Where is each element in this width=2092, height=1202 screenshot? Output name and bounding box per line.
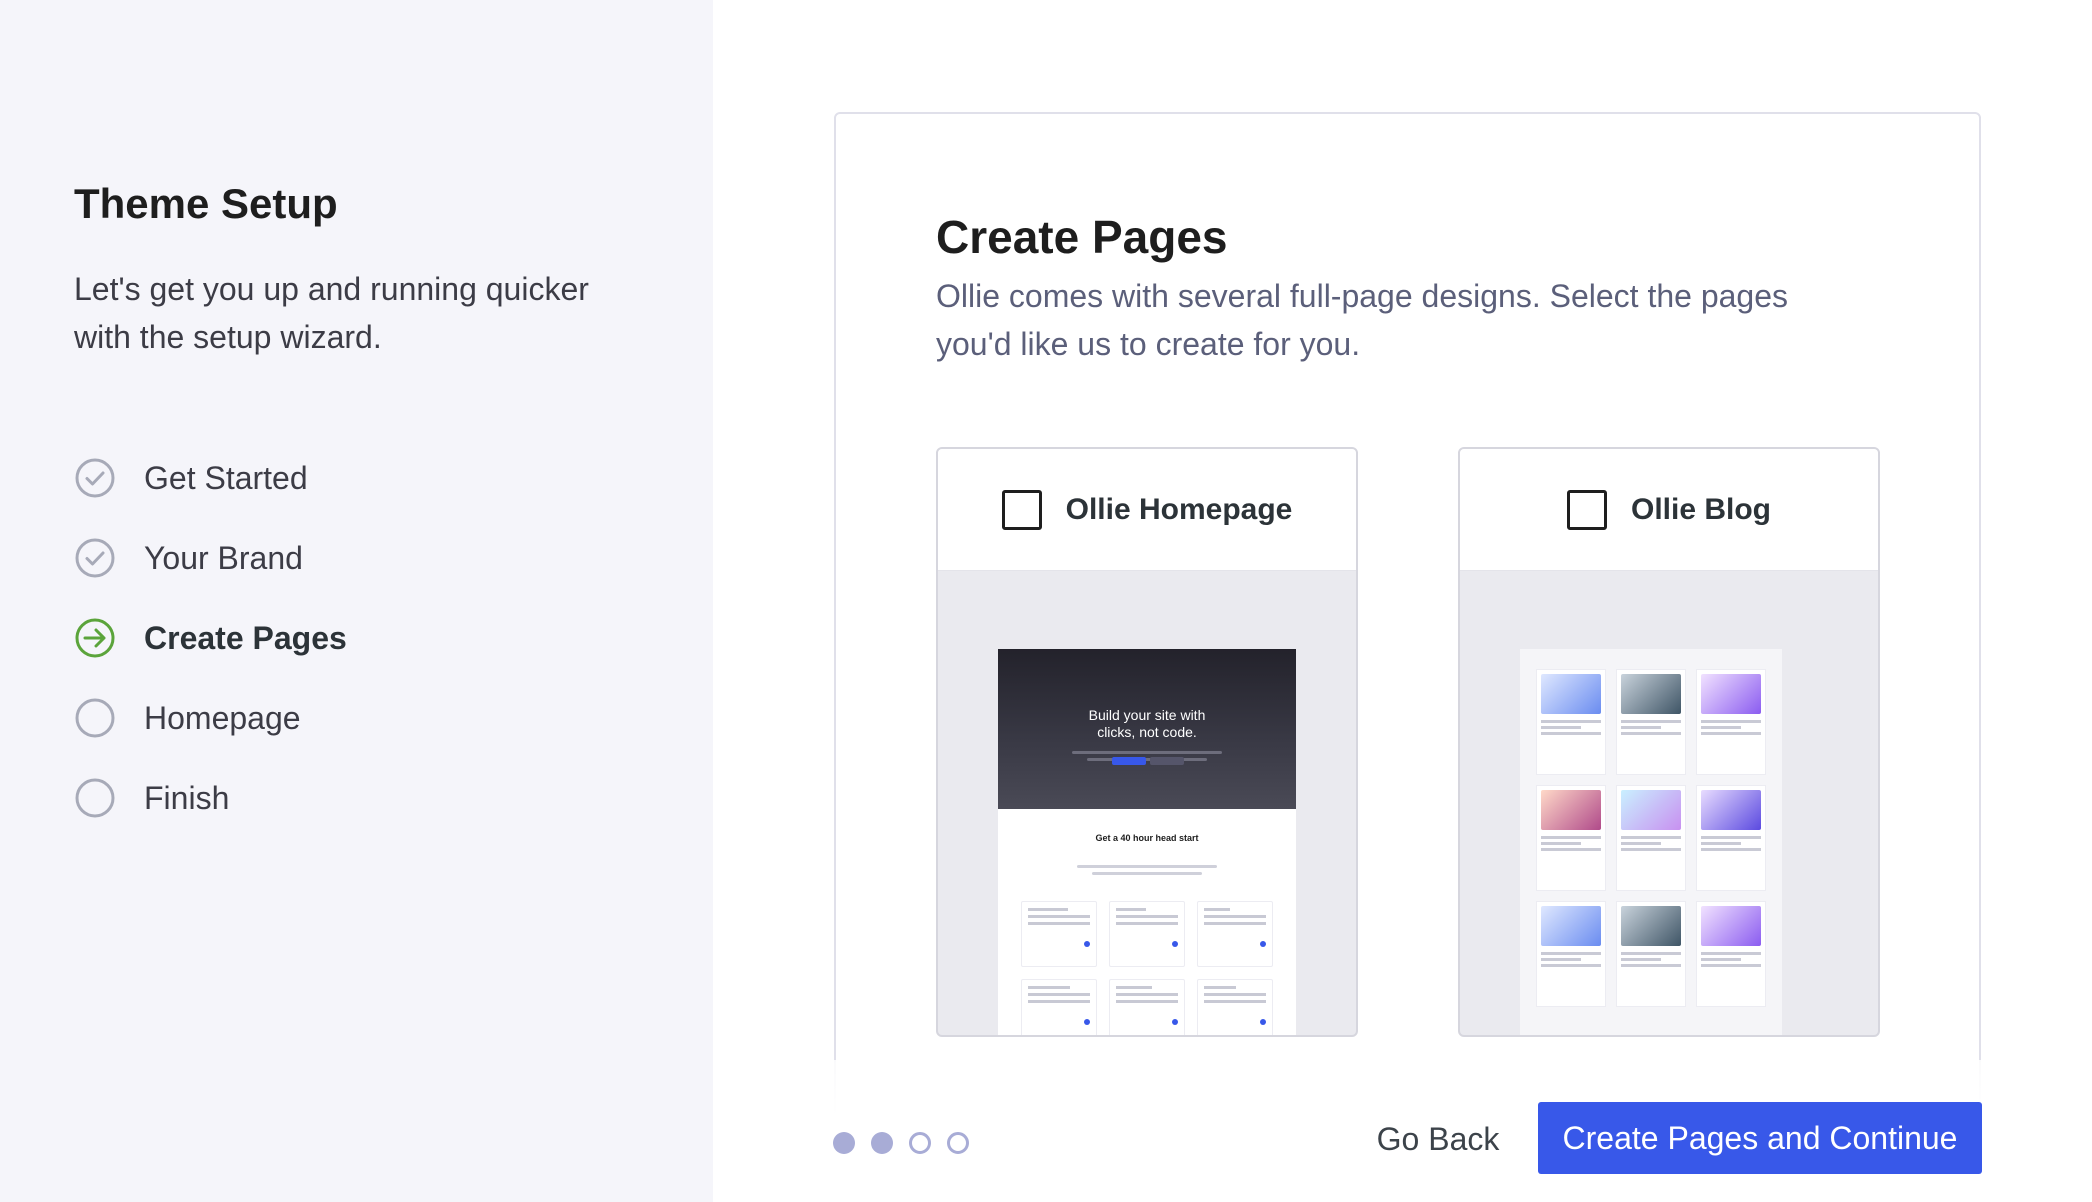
page-description: Ollie comes with several full-page desig… [936, 278, 1788, 362]
create-pages-continue-button[interactable]: Create Pages and Continue [1538, 1102, 1982, 1174]
step-finish: Finish [74, 758, 347, 838]
progress-dot-complete [833, 1132, 855, 1154]
preview-section-title: Get a 40 hour head start [1095, 833, 1199, 843]
step-create-pages: Create Pages [74, 598, 347, 678]
blog-preview-image [1520, 649, 1782, 1035]
preview-feature-grid [998, 901, 1296, 1035]
step-label: Homepage [144, 699, 301, 736]
check-circle-icon [75, 458, 115, 498]
arrow-right-circle-icon [75, 618, 115, 658]
page-option-label: Ollie Homepage [1065, 492, 1293, 526]
page-option-homepage[interactable]: Ollie Homepage Build your site with clic… [936, 447, 1358, 1037]
preview-hero-title: Build your site with clicks, not code. [1088, 707, 1206, 740]
create-pages-card: Create Pages Ollie comes with several fu… [834, 112, 1981, 1202]
blog-checkbox[interactable] [1566, 489, 1607, 530]
go-back-button[interactable]: Go Back [1370, 1104, 1506, 1174]
sidebar-title: Theme Setup [74, 180, 338, 227]
page-title: Create Pages [936, 211, 1228, 263]
step-list: Get Started Your Brand Create Pages Home… [74, 438, 347, 838]
step-label: Your Brand [144, 539, 303, 576]
sidebar-description: Let's get you up and running quicker wit… [74, 271, 589, 355]
preview-section-text [1077, 865, 1217, 875]
progress-dots [833, 1132, 969, 1154]
check-circle-icon [75, 538, 115, 578]
step-label: Get Started [144, 459, 308, 496]
empty-circle-icon [75, 698, 115, 738]
empty-circle-icon [75, 778, 115, 818]
preview-hero: Build your site with clicks, not code. [998, 649, 1296, 809]
page-option-header[interactable]: Ollie Homepage [938, 449, 1356, 571]
page-option-header[interactable]: Ollie Blog [1460, 449, 1878, 571]
step-label: Create Pages [144, 619, 347, 656]
homepage-checkbox[interactable] [1001, 489, 1042, 530]
page-option-label: Ollie Blog [1630, 492, 1771, 526]
page-option-blog[interactable]: Ollie Blog [1458, 447, 1880, 1037]
step-label: Finish [144, 779, 230, 816]
sidebar: Theme Setup Let's get you up and running… [0, 0, 713, 1202]
progress-dot-complete [871, 1132, 893, 1154]
step-homepage: Homepage [74, 678, 347, 758]
progress-dot-pending [909, 1132, 931, 1154]
progress-dot-pending [947, 1132, 969, 1154]
step-your-brand: Your Brand [74, 518, 347, 598]
preview-hero-buttons [1112, 757, 1184, 765]
step-get-started: Get Started [74, 438, 347, 518]
homepage-preview-image: Build your site with clicks, not code. G… [998, 649, 1296, 1035]
preview-post-grid [1536, 669, 1766, 1007]
